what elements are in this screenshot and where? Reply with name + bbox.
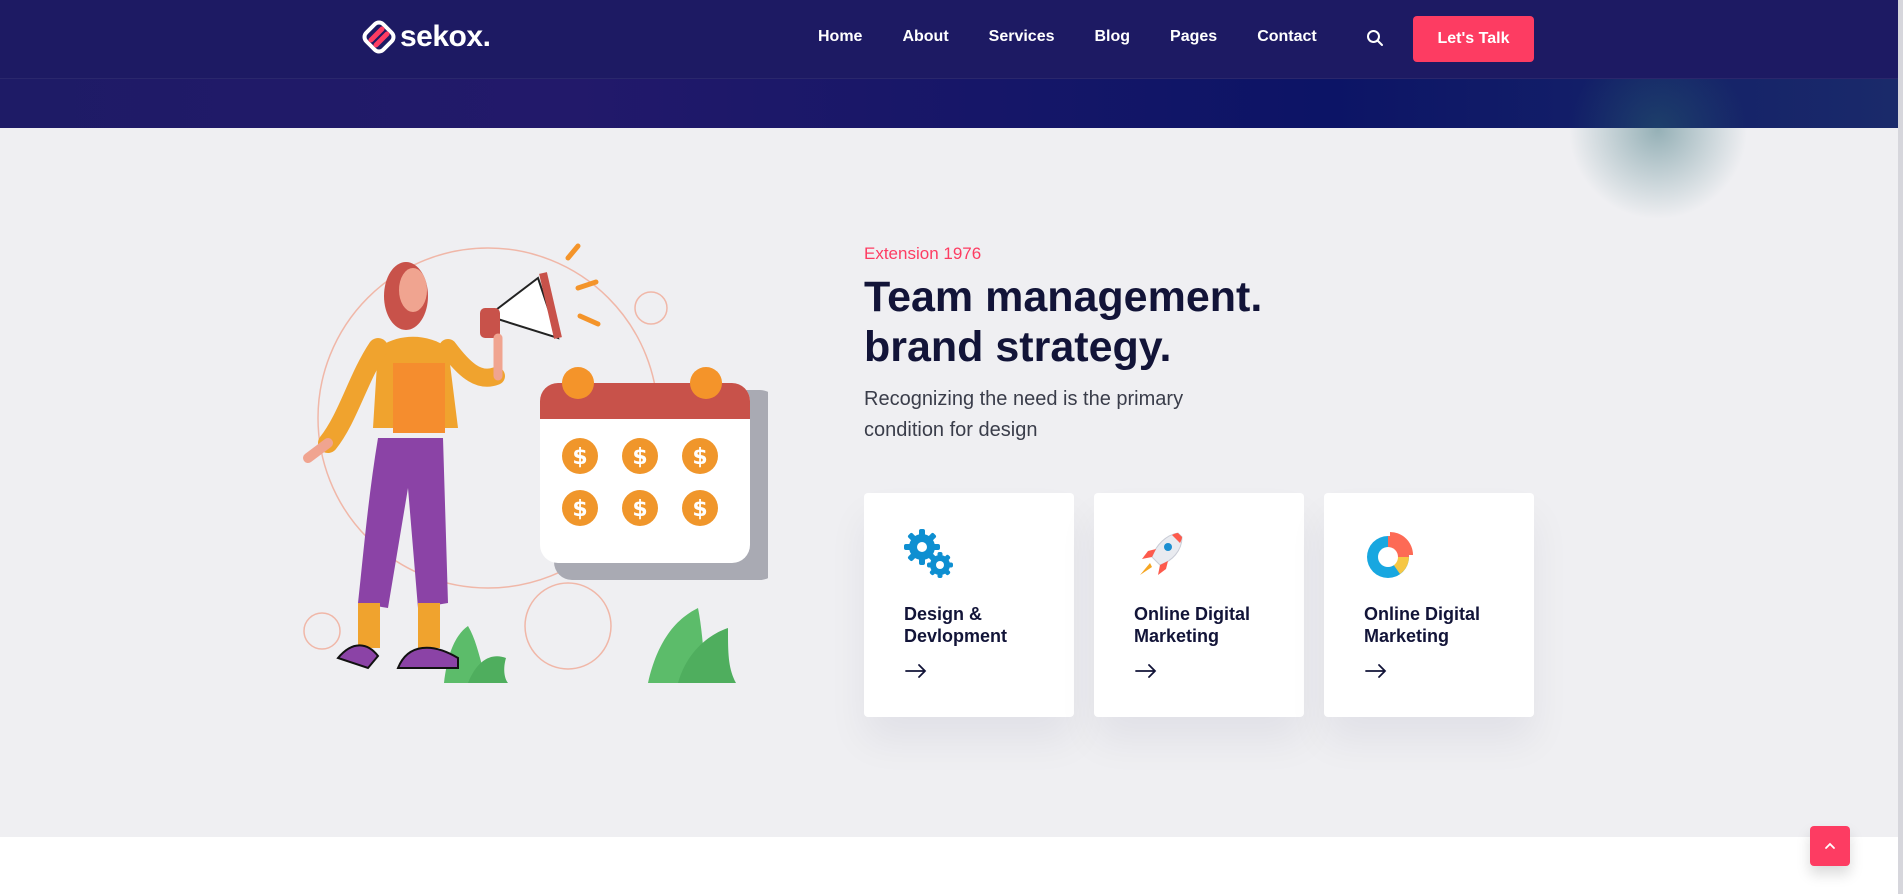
arrow-right-icon[interactable] xyxy=(1134,663,1158,679)
lets-talk-button[interactable]: Let's Talk xyxy=(1413,16,1534,62)
service-card-label: Design & Devlopment xyxy=(904,604,1008,646)
service-card-marketing-2[interactable]: Online Digital Marketing xyxy=(1324,493,1534,717)
chevron-up-icon xyxy=(1825,842,1835,849)
hero-illustration: $ $ $ $ $ $ xyxy=(303,243,768,683)
main-nav: Home About Services Blog Pages Contact xyxy=(818,28,1357,46)
svg-text:$: $ xyxy=(692,445,707,470)
svg-text:$: $ xyxy=(692,497,707,522)
scrollbar[interactable] xyxy=(1898,0,1903,894)
service-cards: Design & Devlopment Online Digital Marke… xyxy=(864,493,1534,717)
pie-chart-icon xyxy=(1367,532,1413,578)
hero-lead: Recognizing the need is the primary cond… xyxy=(864,388,1184,441)
rocket-icon xyxy=(1140,532,1183,575)
arrow-right-icon[interactable] xyxy=(904,663,928,679)
site-header xyxy=(0,0,1898,220)
next-section xyxy=(0,837,1903,894)
service-card-marketing[interactable]: Online Digital Marketing xyxy=(1094,493,1304,717)
nav-contact[interactable]: Contact xyxy=(1257,28,1317,46)
service-card-label: Online Digital Marketing xyxy=(1364,604,1481,646)
hero-eyebrow: Extension 1976 xyxy=(864,244,982,263)
svg-text:$: $ xyxy=(632,497,647,522)
arrow-right-icon[interactable] xyxy=(1364,663,1388,679)
service-card-design[interactable]: Design & Devlopment xyxy=(864,493,1074,717)
nav-services[interactable]: Services xyxy=(989,28,1055,46)
svg-text:$: $ xyxy=(572,497,587,522)
gears-icon xyxy=(904,529,953,578)
svg-text:$: $ xyxy=(572,445,587,470)
hero-title-line2: brand strategy. xyxy=(864,323,1172,371)
scroll-top-button[interactable] xyxy=(1810,826,1850,866)
nav-pages[interactable]: Pages xyxy=(1170,28,1217,46)
hero-title-line1: Team management. xyxy=(864,273,1263,321)
hero-title: Team management. brand strategy. xyxy=(864,272,1464,372)
logo-mark-icon xyxy=(362,20,396,54)
search-icon[interactable] xyxy=(1366,29,1384,47)
service-card-label: Online Digital Marketing xyxy=(1134,604,1251,646)
svg-text:$: $ xyxy=(632,445,647,470)
nav-about[interactable]: About xyxy=(902,28,948,46)
nav-home[interactable]: Home xyxy=(818,28,862,46)
logo-text: sekox. xyxy=(400,20,491,53)
nav-blog[interactable]: Blog xyxy=(1095,28,1131,46)
logo[interactable]: sekox. xyxy=(362,20,491,54)
